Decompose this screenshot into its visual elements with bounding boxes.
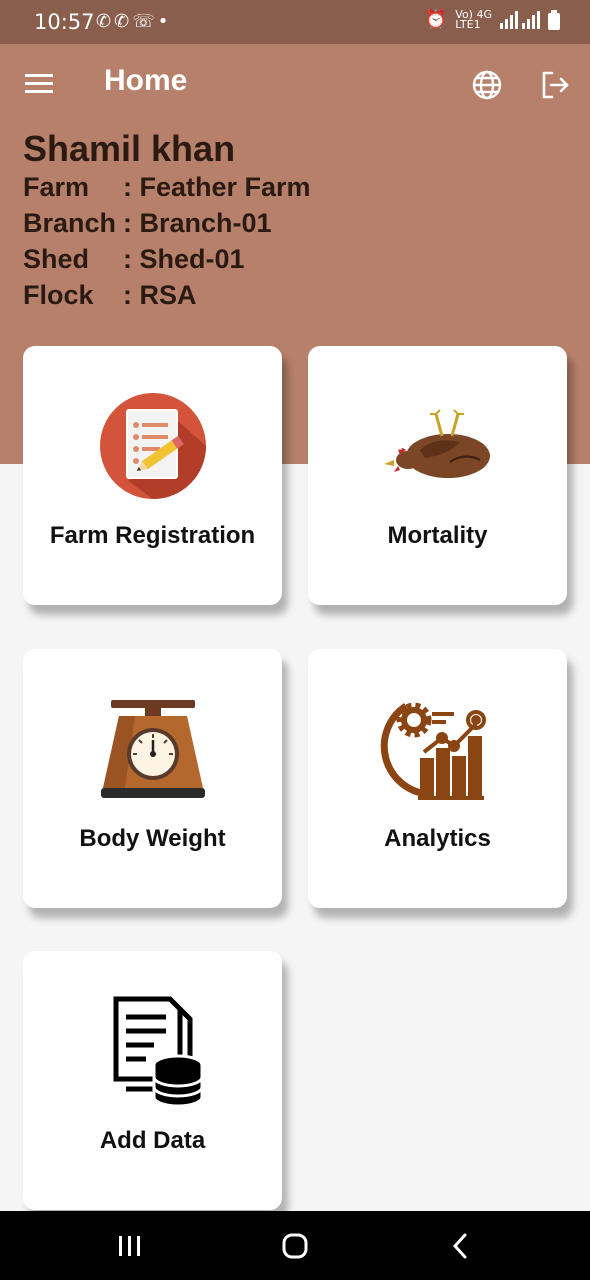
info-row-shed: Shed: Shed-01 xyxy=(23,244,245,274)
alarm-icon: ⏰ xyxy=(424,9,448,30)
status-right-icons: ⏰ Vo) 4G LTE1 xyxy=(425,9,560,30)
info-row-branch: Branch: Branch-01 xyxy=(23,208,272,238)
back-button[interactable] xyxy=(430,1221,490,1271)
card-label: Farm Registration xyxy=(49,522,256,549)
body-weight-card[interactable]: Body Weight xyxy=(23,649,282,908)
home-icon xyxy=(282,1233,308,1259)
menu-button[interactable] xyxy=(22,66,58,102)
card-label: Body Weight xyxy=(79,825,226,852)
whatsapp-icon: ✆ xyxy=(114,11,133,32)
status-notification-icons: ✆✆☏• xyxy=(96,11,171,32)
info-row-farm: Farm: Feather Farm xyxy=(23,172,311,202)
card-label: Add Data xyxy=(99,1127,206,1154)
user-name: Shamil khan xyxy=(23,128,236,169)
card-label: Analytics xyxy=(384,825,491,852)
system-navigation-bar xyxy=(0,1211,590,1280)
farm-registration-card[interactable]: Farm Registration xyxy=(23,346,282,605)
dot-icon: • xyxy=(157,11,172,32)
card-label: Mortality xyxy=(387,522,488,549)
info-row-flock: Flock: RSA xyxy=(23,280,197,310)
logout-button[interactable] xyxy=(536,66,574,104)
registration-icon xyxy=(93,386,213,506)
missed-call-icon: ☏ xyxy=(132,11,158,32)
recent-apps-button[interactable] xyxy=(100,1221,160,1271)
dead-chicken-icon xyxy=(378,386,498,506)
logout-icon xyxy=(542,71,569,99)
language-button[interactable] xyxy=(468,66,506,104)
mortality-card[interactable]: Mortality xyxy=(308,346,567,605)
status-time: 10:57 xyxy=(34,10,95,34)
analytics-icon xyxy=(378,689,498,809)
whatsapp-icon: ✆ xyxy=(96,11,115,32)
weighing-scale-icon xyxy=(93,689,213,809)
analytics-card[interactable]: Analytics xyxy=(308,649,567,908)
status-bar: 10:57 ✆✆☏• ⏰ Vo) 4G LTE1 xyxy=(0,0,590,44)
menu-icon xyxy=(25,74,53,93)
network-label: Vo) 4G LTE1 xyxy=(455,7,492,31)
back-icon xyxy=(452,1233,467,1259)
page-title: Home xyxy=(104,64,188,97)
globe-icon xyxy=(472,70,502,100)
add-data-icon xyxy=(93,991,213,1111)
signal-icon xyxy=(500,10,540,29)
farm-info: Farm: Feather Farm Branch: Branch-01 She… xyxy=(23,172,311,316)
home-button[interactable] xyxy=(265,1221,325,1271)
recent-apps-icon xyxy=(119,1236,140,1256)
battery-icon xyxy=(548,9,560,30)
add-data-card[interactable]: Add Data xyxy=(23,951,282,1210)
